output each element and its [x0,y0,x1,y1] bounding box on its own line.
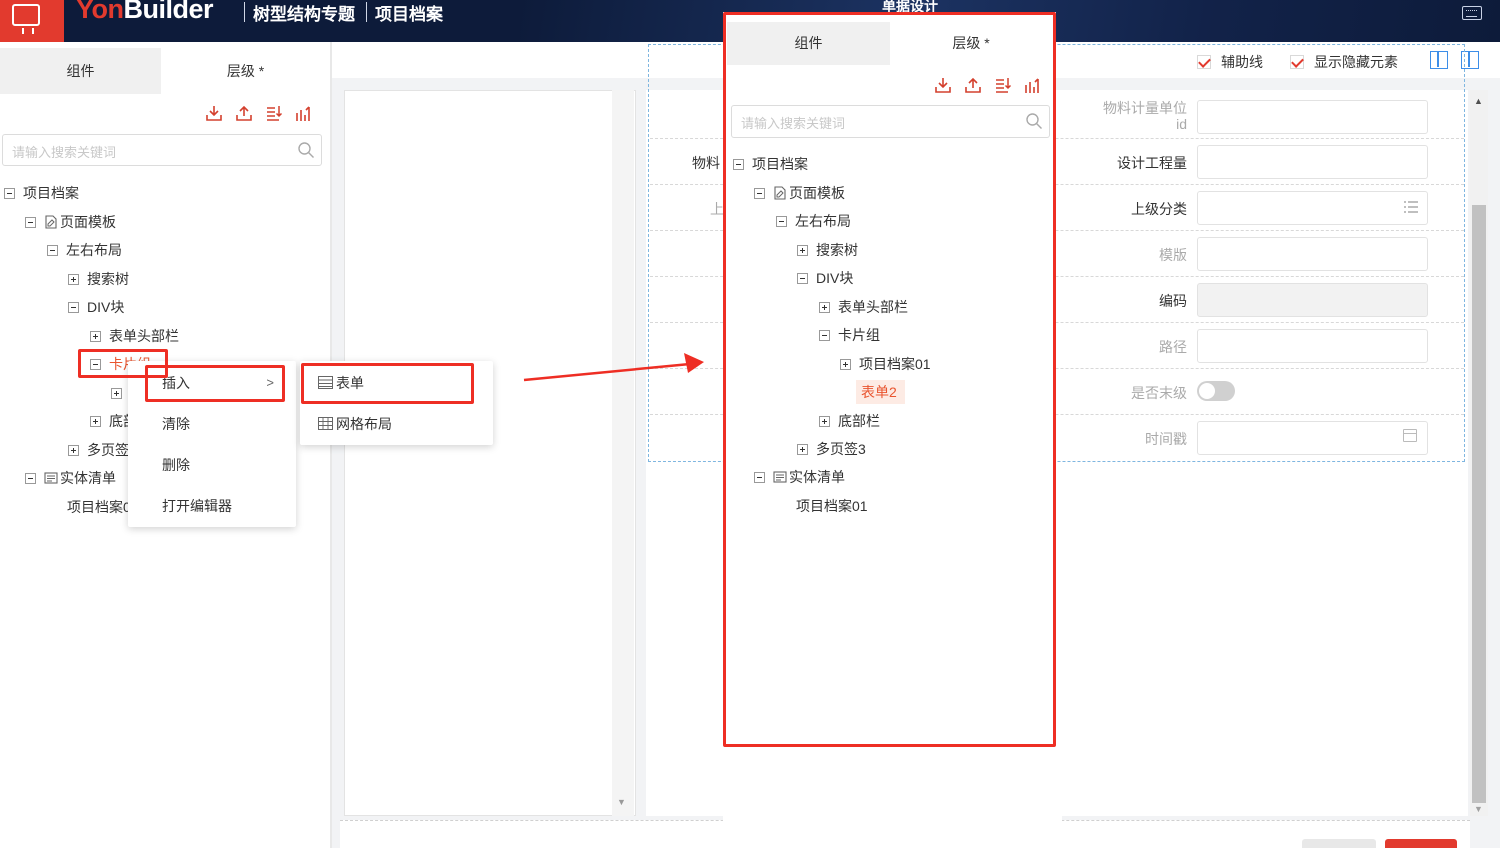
panel-tabs: 组件 层级 * [0,48,330,94]
scroll-down-icon[interactable]: ▼ [617,797,626,807]
expand-icon[interactable] [111,387,122,399]
field-label-partial: 物料 [692,155,720,171]
collapse-icon[interactable] [68,301,79,313]
header-separator [244,2,245,22]
chart-icon[interactable] [295,104,313,122]
field-input-code[interactable] [1197,283,1428,317]
expand-icon[interactable] [68,273,79,285]
menu-item-clear[interactable]: 清除 [128,404,296,444]
tree-toolbar [205,104,313,122]
scroll-up-icon[interactable]: ▲ [1474,96,1483,106]
field-label-is-leaf: 是否末级 [1131,385,1187,401]
tree-node-page-template[interactable]: 页面模板 [25,211,116,233]
tree-node-project[interactable]: 项目档案 [4,182,79,204]
breadcrumb-page[interactable]: 项目档案 [375,0,443,25]
tab-components[interactable]: 组件 [0,48,161,94]
field-label-code: 编码 [1159,293,1187,309]
grid-icon [318,417,333,431]
collapse-icon[interactable] [25,472,36,484]
template-icon [45,215,57,229]
highlight-insert [145,365,285,402]
scroll-down-icon[interactable]: ▼ [1474,804,1483,814]
field-label-timestamp: 时间戳 [1145,431,1187,447]
app-logo[interactable] [0,0,64,42]
expand-icon[interactable] [90,330,101,342]
download-icon[interactable] [205,104,223,122]
search-placeholder: 请输入搜索关键词 [12,145,117,160]
secondary-button[interactable] [1302,839,1376,848]
tree-node-tabs[interactable]: 多页签3 [68,439,137,461]
expand-icon[interactable] [90,415,101,427]
field-label-parent-category: 上级分类 [1131,201,1187,217]
collapse-icon[interactable] [4,187,15,199]
menu-item-delete[interactable]: 删除 [128,445,296,485]
highlight-zoom-panel [723,12,1056,747]
tree-node-search-tree[interactable]: 搜索树 [68,268,129,290]
menu-item-open-editor[interactable]: 打开编辑器 [128,486,296,526]
tree-node-div-block[interactable]: DIV块 [68,296,124,318]
design-left-column [344,90,636,816]
tree-search-input[interactable]: 请输入搜索关键词 [2,134,322,166]
scrollbar-thumb[interactable] [1472,205,1486,803]
submenu-item-grid-layout[interactable]: 网格布局 [300,404,493,444]
tree-node-form-header[interactable]: 表单头部栏 [90,325,179,347]
collapse-icon[interactable] [47,244,58,256]
highlight-form [301,363,474,404]
pointer-arrow-icon [523,353,704,382]
list-icon[interactable] [1404,201,1418,213]
brand-name: YonBuilder [76,0,214,24]
left-column-scrollbar[interactable] [612,90,634,816]
collapse-icon[interactable] [25,216,36,228]
field-input-timestamp[interactable] [1197,421,1428,455]
monitor-icon [12,4,40,34]
upload-icon[interactable] [235,104,253,122]
field-input-design-qty[interactable] [1197,145,1428,179]
sort-icon[interactable] [265,104,283,122]
is-leaf-toggle[interactable] [1197,381,1235,401]
header-separator [366,2,367,22]
field-label-design-qty: 设计工程量 [1117,155,1187,171]
field-label-path: 路径 [1159,339,1187,355]
field-input-template[interactable] [1197,237,1428,271]
field-label-uom: 物料计量单位 id [1103,100,1187,132]
tree-node-layout[interactable]: 左右布局 [47,239,122,261]
primary-button[interactable] [1385,839,1457,848]
field-select-parent-category[interactable] [1197,191,1428,225]
tree-node-entity-list[interactable]: 实体清单 [25,467,116,489]
panel-edge [1054,816,1062,848]
entity-icon [44,472,58,484]
field-label-template: 模版 [1159,247,1187,263]
field-input-path[interactable] [1197,329,1428,363]
search-icon[interactable] [297,141,315,159]
field-label-partial: 上 [710,201,724,217]
keyboard-icon[interactable] [1462,6,1482,20]
expand-icon[interactable] [68,444,79,456]
calendar-icon[interactable] [1403,429,1417,442]
breadcrumb-topic[interactable]: 树型结构专题 [253,0,355,25]
field-input-uom[interactable] [1197,100,1428,134]
tab-hierarchy[interactable]: 层级 * [161,48,330,94]
